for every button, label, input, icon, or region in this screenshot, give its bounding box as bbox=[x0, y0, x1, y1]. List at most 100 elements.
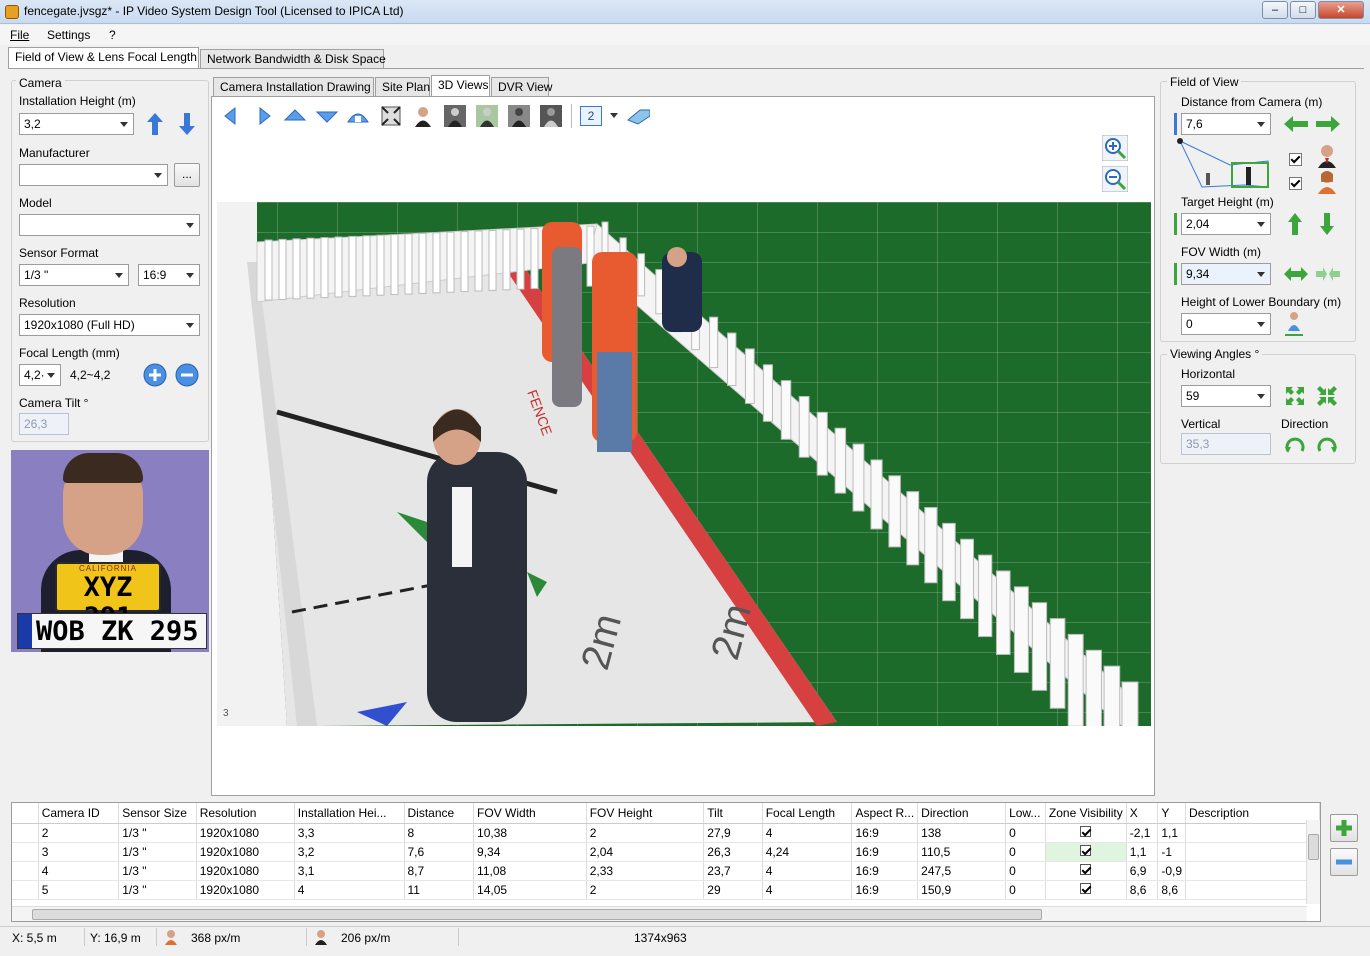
vscroll-thumb[interactable] bbox=[1308, 834, 1319, 860]
person-recognize-icon[interactable] bbox=[443, 104, 467, 128]
table-cell[interactable]: 9,34 bbox=[473, 842, 587, 862]
close-button[interactable]: ✕ bbox=[1318, 1, 1364, 19]
table-cell[interactable]: 10,38 bbox=[473, 823, 587, 843]
rotate-left-icon[interactable] bbox=[1284, 433, 1306, 455]
table-cell[interactable]: 16:9 bbox=[851, 880, 919, 900]
table-cell[interactable]: 8,6 bbox=[1126, 880, 1159, 900]
pan-left-icon[interactable] bbox=[219, 104, 243, 128]
table-cell[interactable]: 1,1 bbox=[1126, 842, 1159, 862]
arrow-up-icon[interactable] bbox=[146, 112, 164, 136]
target-checkbox[interactable] bbox=[1289, 177, 1302, 190]
narrow-fov-icon[interactable] bbox=[1315, 265, 1341, 283]
column-header[interactable]: Distance bbox=[404, 803, 475, 824]
table-cell[interactable] bbox=[1185, 880, 1320, 900]
table-cell[interactable]: 3,3 bbox=[294, 823, 405, 843]
column-header[interactable]: Focal Length bbox=[762, 803, 853, 824]
table-cell[interactable]: 14,05 bbox=[473, 880, 587, 900]
fov-width-combo[interactable]: 9,34 bbox=[1181, 263, 1271, 285]
table-cell[interactable]: 7,6 bbox=[404, 842, 475, 862]
table-cell[interactable]: 1920x1080 bbox=[196, 842, 295, 862]
table-cell[interactable] bbox=[1045, 880, 1127, 900]
tab-camera-installation[interactable]: Camera Installation Drawing bbox=[213, 77, 374, 97]
table-cell[interactable]: 3,1 bbox=[294, 861, 405, 881]
camera-view-icon[interactable] bbox=[626, 104, 650, 128]
increase-distance-icon[interactable] bbox=[1315, 115, 1341, 133]
row-indicator[interactable] bbox=[12, 823, 39, 843]
target-down-icon[interactable] bbox=[1319, 212, 1335, 236]
column-header[interactable]: Aspect R... bbox=[851, 803, 919, 824]
model-combo[interactable] bbox=[19, 214, 200, 236]
table-cell[interactable]: 2,33 bbox=[586, 861, 705, 881]
table-cell[interactable]: 16:9 bbox=[851, 842, 919, 862]
menu-file[interactable]: File bbox=[10, 28, 29, 42]
column-header[interactable]: Direction bbox=[917, 803, 1007, 824]
face-identify-icon[interactable] bbox=[411, 104, 435, 128]
table-cell[interactable]: 138 bbox=[917, 823, 1007, 843]
table-cell[interactable]: 6,9 bbox=[1126, 861, 1159, 881]
table-cell[interactable]: 4 bbox=[762, 823, 853, 843]
table-cell[interactable]: 4 bbox=[294, 880, 405, 900]
hscroll-thumb[interactable] bbox=[32, 909, 1042, 920]
table-horizontal-scrollbar[interactable] bbox=[12, 906, 1307, 921]
row-indicator[interactable] bbox=[12, 861, 39, 881]
row-indicator[interactable] bbox=[12, 842, 39, 862]
table-cell[interactable]: 2,04 bbox=[586, 842, 705, 862]
add-camera-button[interactable] bbox=[1330, 814, 1358, 842]
person-detect-icon[interactable] bbox=[507, 104, 531, 128]
table-cell[interactable] bbox=[1045, 861, 1127, 881]
decrease-distance-icon[interactable] bbox=[1283, 115, 1309, 133]
table-cell[interactable]: 11,08 bbox=[473, 861, 587, 881]
pan-down-icon[interactable] bbox=[315, 104, 339, 128]
zone-visibility-checkbox[interactable] bbox=[1080, 825, 1092, 837]
zone-visibility-checkbox[interactable] bbox=[1080, 844, 1092, 856]
tab-dvr-view[interactable]: DVR View bbox=[491, 77, 552, 97]
table-cell[interactable]: 2 bbox=[38, 823, 120, 843]
pan-right-icon[interactable] bbox=[252, 104, 276, 128]
browse-button[interactable]: ... bbox=[174, 163, 200, 187]
expand-angle-icon[interactable] bbox=[1284, 385, 1306, 407]
table-row[interactable]: 5 1/3 " 1920x1080 4 11 14,05 2 29 4 16:9 150,9 0 8,6… bbox=[12, 880, 1320, 900]
aspect-ratio-combo[interactable]: 16:9 bbox=[138, 264, 200, 286]
tab-site-plan[interactable]: Site Plan bbox=[375, 77, 430, 97]
maximize-button[interactable]: □ bbox=[1290, 1, 1316, 19]
table-cell[interactable]: -0,9 bbox=[1157, 861, 1187, 881]
lower-boundary-combo[interactable]: 0 bbox=[1181, 313, 1271, 335]
tab-network-bandwidth[interactable]: Network Bandwidth & Disk Space bbox=[200, 49, 386, 69]
column-header[interactable]: Zone Visibility bbox=[1045, 803, 1127, 824]
zoom-out-lens-icon[interactable] bbox=[175, 363, 199, 387]
table-cell[interactable]: 8 bbox=[404, 823, 475, 843]
manufacturer-combo[interactable] bbox=[19, 164, 168, 186]
person-monitor-icon[interactable] bbox=[539, 104, 563, 128]
table-cell[interactable] bbox=[1185, 823, 1320, 843]
table-cell[interactable]: 0 bbox=[1005, 823, 1046, 843]
column-header[interactable]: Low... bbox=[1005, 803, 1046, 824]
column-header[interactable]: Camera ID bbox=[38, 803, 120, 824]
tab-3d-views[interactable]: 3D Views bbox=[431, 75, 490, 97]
column-header[interactable]: FOV Height bbox=[586, 803, 705, 824]
table-cell[interactable]: 16:9 bbox=[851, 823, 919, 843]
minimize-button[interactable]: – bbox=[1262, 1, 1288, 19]
zone-visibility-checkbox[interactable] bbox=[1080, 863, 1092, 875]
table-cell[interactable]: 110,5 bbox=[917, 842, 1007, 862]
table-cell[interactable]: 0 bbox=[1005, 842, 1046, 862]
table-cell[interactable]: 0 bbox=[1005, 880, 1046, 900]
table-cell[interactable]: 5 bbox=[38, 880, 120, 900]
row-indicator[interactable] bbox=[12, 880, 39, 900]
chevron-down-icon[interactable] bbox=[610, 113, 618, 119]
table-vertical-scrollbar[interactable] bbox=[1306, 820, 1320, 904]
column-header[interactable]: Description bbox=[1185, 803, 1320, 824]
table-cell[interactable]: 1,1 bbox=[1157, 823, 1187, 843]
column-header[interactable]: Y bbox=[1157, 803, 1187, 824]
table-cell[interactable]: 0 bbox=[1005, 861, 1046, 881]
arrow-down-icon[interactable] bbox=[178, 112, 196, 136]
person-observe-icon[interactable] bbox=[475, 104, 499, 128]
zoom-in-icon[interactable] bbox=[1102, 135, 1128, 161]
table-cell[interactable]: 8,7 bbox=[404, 861, 475, 881]
zoom-out-icon[interactable] bbox=[1102, 166, 1128, 192]
sensor-format-combo[interactable]: 1/3 " bbox=[19, 264, 129, 286]
tab-field-of-view[interactable]: Field of View & Lens Focal Length bbox=[8, 47, 199, 69]
table-cell[interactable]: 8,6 bbox=[1157, 880, 1187, 900]
column-header[interactable]: Sensor Size bbox=[118, 803, 197, 824]
table-cell[interactable]: 11 bbox=[404, 880, 475, 900]
zoom-in-lens-icon[interactable] bbox=[143, 363, 167, 387]
